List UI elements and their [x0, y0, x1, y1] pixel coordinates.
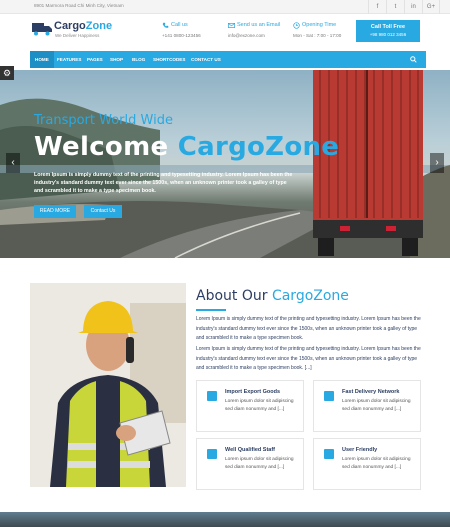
feature-desc: Lorem ipsum dolor sit adipiscing sed dia…	[342, 457, 411, 470]
nav-shortcodes[interactable]: SHORTCODES	[153, 51, 185, 68]
feature-title: Import Export Goods	[225, 389, 280, 395]
feature-card-import-export[interactable]: Import Export Goods Lorem ipsum dolor si…	[196, 380, 304, 432]
heading-underline	[196, 309, 226, 311]
nav-blog[interactable]: BLOG	[132, 51, 145, 68]
address-text: 8901 Marmora Road Chi Minh City, Vietnam	[34, 3, 124, 8]
hours-label: Opening Time	[302, 22, 337, 28]
logo[interactable]: CargoZone	[54, 20, 112, 32]
feature-card-fast-delivery[interactable]: Fast Delivery Network Lorem ipsum dolor …	[313, 380, 421, 432]
feature-title: Well Qualified Staff	[225, 447, 276, 453]
about-heading-blue: CargoZone	[271, 288, 349, 304]
about-paragraph-2: Lorem Ipsum is simply dummy text of the …	[196, 346, 421, 371]
box-icon	[207, 391, 217, 401]
phone-icon	[162, 22, 169, 28]
facebook-icon[interactable]: f	[368, 0, 386, 14]
feature-desc: Lorem ipsum dolor sit adipiscing sed dia…	[225, 457, 294, 470]
hero-subheading: Transport World Wide	[34, 113, 173, 128]
logo-cargo: Cargo	[54, 20, 86, 32]
feature-card-user-friendly[interactable]: User Friendly Lorem ipsum dolor sit adip…	[313, 438, 421, 490]
worker-image	[30, 283, 186, 487]
feature-title: Fast Delivery Network	[342, 389, 400, 395]
truck-logo-icon[interactable]	[32, 22, 52, 36]
cta-number: +98 980 012 3456	[369, 32, 407, 37]
hero-paragraph: Lorem Ipsum is simply dummy text of the …	[34, 172, 293, 194]
nav-features[interactable]: FEATURES	[57, 51, 81, 68]
contact-us-button[interactable]: Contact Us	[84, 205, 122, 218]
nav-shop[interactable]: SHOP	[110, 51, 123, 68]
about-heading-dark: About Our	[196, 288, 268, 304]
slider-prev-arrow[interactable]: ‹	[6, 153, 20, 173]
tagline: We Deliver Happiness	[55, 33, 100, 38]
hero-heading: Welcome CargoZone	[34, 132, 339, 162]
nav-contact-us[interactable]: CONTACT US	[191, 51, 221, 68]
envelope-icon	[228, 23, 235, 28]
hero-heading-blue: CargoZone	[177, 132, 340, 162]
logo-zone: Zone	[85, 20, 113, 32]
nav-pages[interactable]: PAGES	[87, 51, 103, 68]
twitter-icon[interactable]: t	[386, 0, 404, 14]
feature-title: User Friendly	[342, 447, 378, 453]
main-nav: HOME FEATURES PAGES SHOP BLOG SHORTCODES…	[30, 51, 426, 68]
call-toll-free-button[interactable]: Call Toll Free +98 980 012 3456	[356, 20, 420, 42]
feature-desc: Lorem ipsum dolor sit adipiscing sed dia…	[342, 399, 411, 412]
top-bar: 8901 Marmora Road Chi Minh City, Vietnam…	[0, 0, 450, 14]
worker-photo	[30, 283, 186, 487]
about-paragraph-1: Lorem Ipsum is simply dummy text of the …	[196, 316, 421, 341]
email-label: Send us an Email	[237, 22, 281, 28]
truck-icon	[324, 391, 334, 401]
hero-slider	[0, 70, 450, 258]
next-section-preview	[0, 512, 450, 527]
user-icon	[324, 449, 334, 459]
linkedin-icon[interactable]: in	[404, 0, 422, 14]
location-icon	[207, 449, 217, 459]
call-label: Call us	[171, 22, 188, 28]
settings-gear-icon[interactable]: ⚙	[0, 66, 14, 80]
cta-title: Call Toll Free	[370, 24, 406, 30]
hero-background-image	[0, 70, 450, 258]
hero-heading-white: Welcome	[34, 132, 169, 162]
slider-next-arrow[interactable]: ›	[430, 153, 444, 173]
clock-icon	[293, 22, 300, 29]
read-more-button[interactable]: READ MORE	[34, 205, 76, 218]
call-value[interactable]: +141 0800-123456	[162, 33, 201, 38]
feature-desc: Lorem ipsum dolor sit adipiscing sed dia…	[225, 399, 294, 412]
nav-home[interactable]: HOME	[30, 51, 54, 68]
feature-card-qualified-staff[interactable]: Well Qualified Staff Lorem ipsum dolor s…	[196, 438, 304, 490]
email-value[interactable]: info@exzone.com	[228, 33, 265, 38]
hours-value: Mon - Sat : 7:00 - 17:00	[293, 33, 342, 38]
google-plus-icon[interactable]: G+	[422, 0, 440, 14]
search-icon[interactable]	[410, 56, 417, 63]
about-heading: About Our CargoZone	[196, 288, 349, 304]
